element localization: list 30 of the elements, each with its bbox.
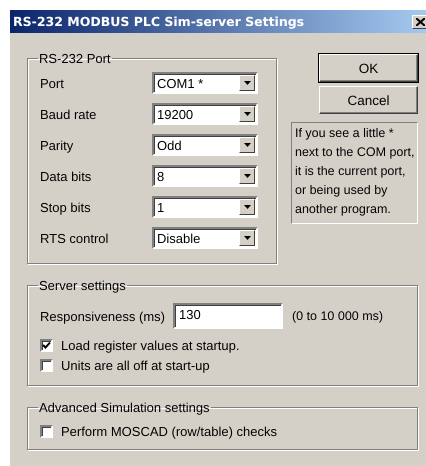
field-label: Baud rate (40, 106, 98, 122)
range-hint: (0 to 10 000 ms) (292, 309, 384, 323)
field-label: Stop bits (40, 200, 92, 214)
dropdown[interactable]: Odd (152, 134, 258, 156)
group-title: RS-232 Port (38, 51, 112, 66)
group-title: Server settings (38, 278, 127, 293)
dropdown[interactable]: Disable (152, 227, 258, 249)
checkbox-label[interactable]: Perform MOSCAD (row/table) checks (61, 424, 277, 438)
dropdown[interactable]: 19200 (152, 103, 258, 125)
dropdown[interactable]: 8 (152, 165, 258, 187)
window-title: RS-232 MODBUS PLC Sim-server Settings (13, 14, 306, 29)
checkbox[interactable] (40, 338, 53, 352)
close-icon (416, 18, 424, 26)
dialog-button[interactable]: Cancel (319, 86, 418, 114)
field-label: Port (40, 76, 65, 90)
dialog-button[interactable]: OK (319, 54, 418, 82)
group-title: Advanced Simulation settings (38, 400, 211, 415)
responsiveness-field[interactable]: 130 (173, 303, 283, 329)
checkbox[interactable] (40, 424, 53, 438)
checkbox-label[interactable]: Units are all off at start-up (61, 358, 210, 372)
field-label: Responsiveness (ms) (40, 308, 165, 324)
checkbox[interactable] (40, 358, 53, 372)
close-button[interactable] (412, 14, 426, 28)
field-label: RTS control (40, 230, 110, 246)
checkbox-label[interactable]: Load register values at startup. (61, 338, 240, 352)
dropdown[interactable]: COM1 * (152, 72, 258, 94)
field-label: Parity (40, 138, 74, 152)
dropdown[interactable]: 1 (152, 196, 258, 218)
field-label: Data bits (40, 168, 92, 184)
info-note: If you see a little * next to the COM port, it is the current port, or being used by another program. (291, 122, 418, 224)
